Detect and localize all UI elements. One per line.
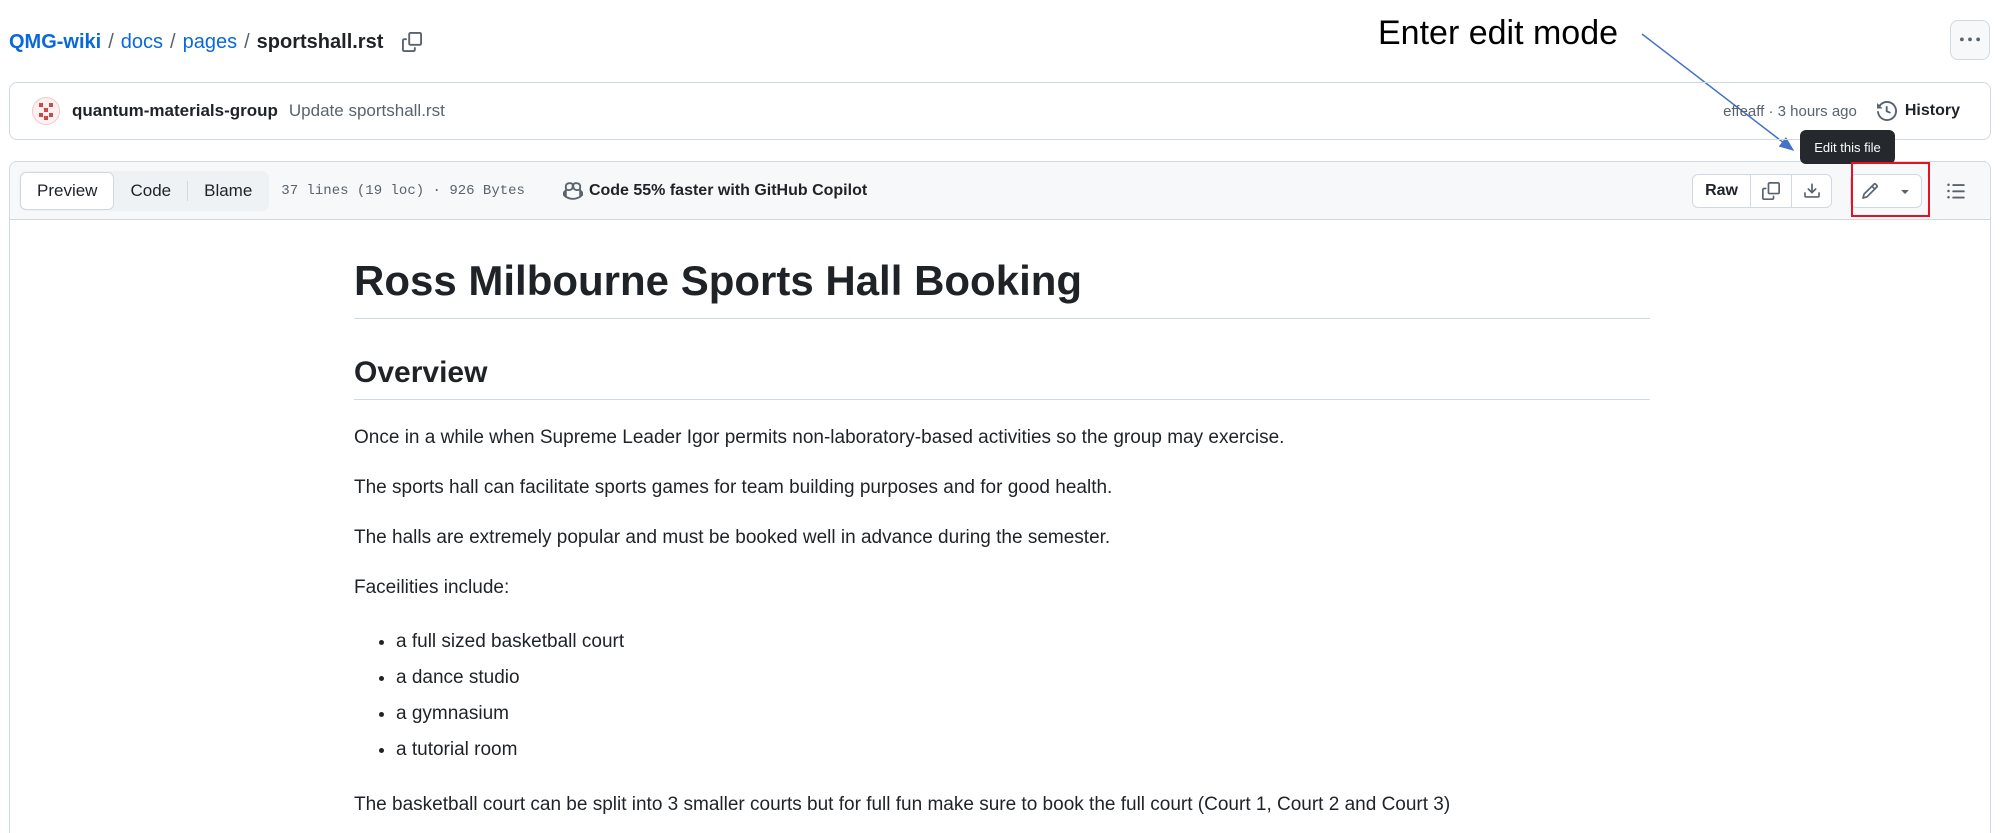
latest-commit-bar: quantum-materials-group Update sportshal… [9,82,1991,140]
file-stats: 37 lines (19 loc) · 926 Bytes [281,182,525,199]
breadcrumb-separator: / [244,30,250,53]
avatar[interactable] [32,97,60,125]
breadcrumb-repo-link[interactable]: QMG-wiki [9,31,101,54]
history-button[interactable]: History [1876,101,1960,121]
copy-raw-button[interactable] [1751,175,1791,207]
list-unordered-icon [1947,183,1965,199]
history-label: History [1904,102,1960,119]
tab-preview[interactable]: Preview [20,171,115,210]
list-item: a full sized basketball court [396,624,1650,660]
breadcrumb-separator: / [108,30,114,53]
list-item: a tutorial room [396,732,1650,768]
history-icon [1876,101,1897,121]
download-raw-button[interactable] [1791,175,1831,207]
section-heading-overview: Overview [354,355,1650,401]
breadcrumb-pages-link[interactable]: pages [183,31,238,54]
more-options-button[interactable] [1950,20,1990,60]
commit-author-link[interactable]: quantum-materials-group [72,101,278,121]
file-view: Preview Code Blame 37 lines (19 loc) · 9… [9,161,1991,833]
annotation-label: Enter edit mode [1378,14,1619,52]
tab-code[interactable]: Code [114,172,187,210]
commit-message-link[interactable]: Update sportshall.rst [289,101,445,121]
breadcrumb-current-file: sportshall.rst [256,30,384,53]
copilot-icon [562,181,583,200]
page-title: Ross Milbourne Sports Hall Booking [354,256,1650,320]
breadcrumb-docs-link[interactable]: docs [121,31,163,54]
paragraph: Faceilities include: [354,577,510,599]
breadcrumb-separator: / [170,30,176,53]
copilot-promo-link[interactable]: Code 55% faster with GitHub Copilot [562,181,868,201]
tab-blame[interactable]: Blame [188,172,268,210]
commit-meta[interactable]: effeaff · 3 hours ago [1723,103,1857,120]
raw-button[interactable]: Raw [1693,175,1751,207]
list-item: a gymnasium [396,696,1650,732]
rendered-markdown: Ross Milbourne Sports Hall Booking Overv… [354,220,1650,818]
list-item: a dance studio [396,660,1650,696]
paragraph: The basketball court can be split into 3… [354,794,1451,816]
facilities-list: a full sized basketball court a dance st… [354,624,1650,768]
file-actions: Raw [1692,162,1990,220]
copy-icon [402,32,423,52]
paragraph: The sports hall can facilitate sports ga… [354,477,1113,499]
paragraph: Once in a while when Supreme Leader Igor… [354,427,1285,449]
edit-tooltip: Edit this file [1800,130,1895,164]
download-icon [1803,183,1820,198]
annotation-highlight-box [1851,162,1930,217]
view-mode-toggle: Preview Code Blame [19,170,270,211]
outline-button[interactable] [1938,174,1974,208]
copilot-promo-label: Code 55% faster with GitHub Copilot [588,181,868,199]
copy-path-button[interactable] [399,29,425,55]
copy-icon [1762,182,1780,200]
file-header: Preview Code Blame 37 lines (19 loc) · 9… [10,162,1990,220]
kebab-horizontal-icon [1960,37,1980,42]
breadcrumb: QMG-wiki / docs / pages / sportshall.rst [9,27,425,57]
paragraph: The halls are extremely popular and must… [354,527,1111,549]
raw-button-group: Raw [1692,174,1832,208]
avatar-identicon [39,103,53,120]
